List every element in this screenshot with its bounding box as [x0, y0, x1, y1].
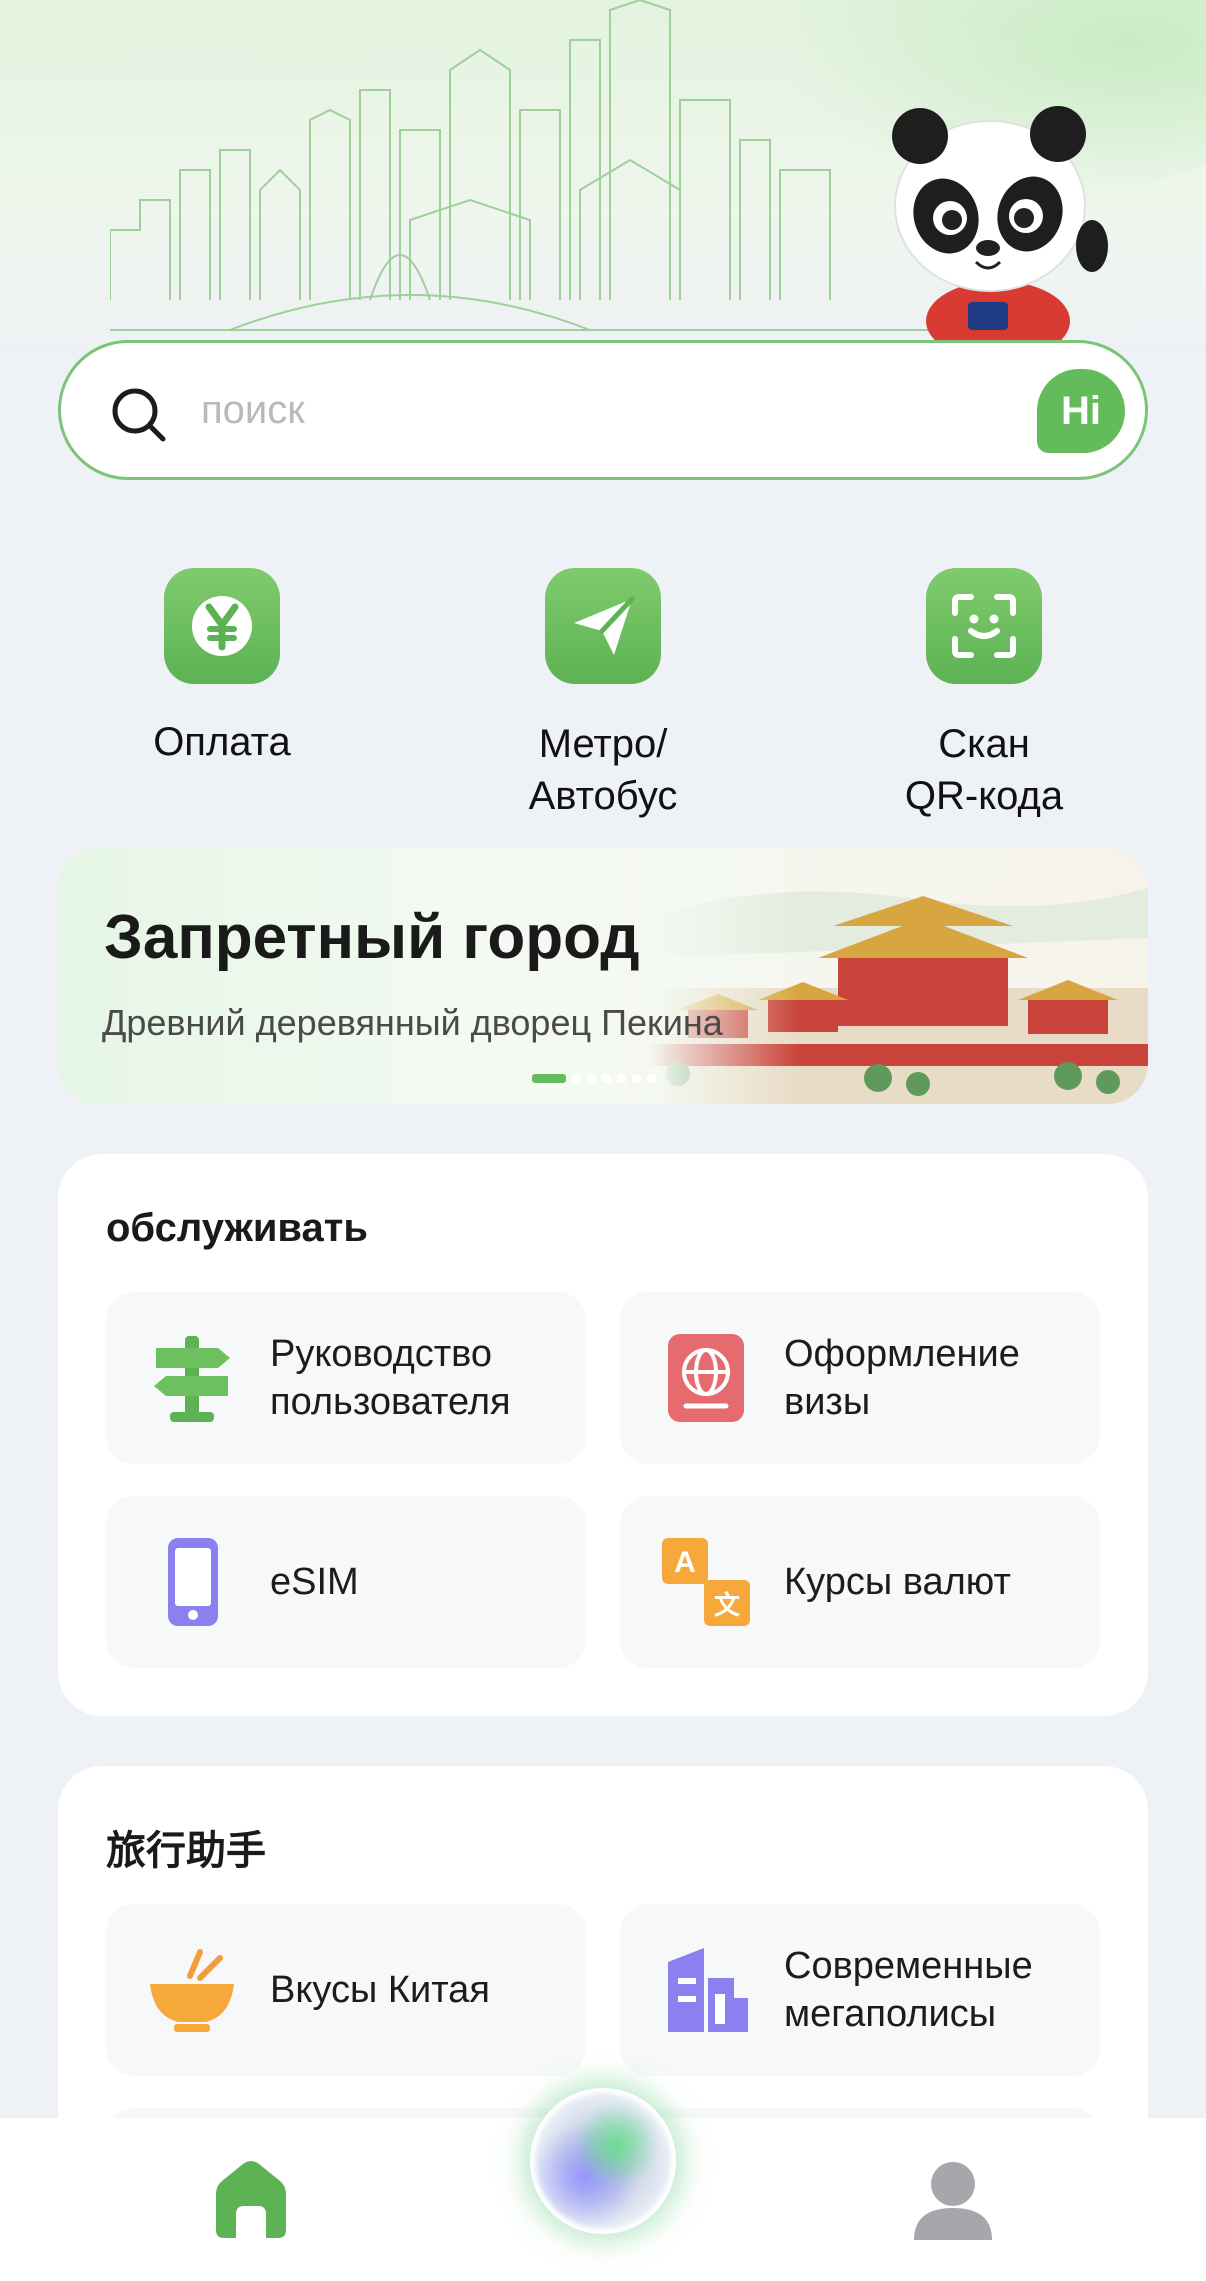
search-icon — [112, 388, 166, 442]
food-bowl-icon — [150, 1949, 234, 2032]
quick-action-label: Оплата — [153, 720, 291, 764]
travel-title: 旅行助手 — [106, 1829, 266, 1873]
city-skyline-illustration — [110, 0, 930, 331]
service-visa[interactable]: Оформление визы — [620, 1292, 1100, 1464]
carousel-dot — [572, 1074, 581, 1083]
services-title: обслуживать — [106, 1206, 368, 1250]
paper-plane-icon — [545, 568, 661, 684]
service-label: Руководство пользователя — [270, 1333, 511, 1423]
service-label: Оформление визы — [784, 1333, 1020, 1423]
promo-banner-carousel[interactable]: Запретный город Древний деревянный дворе… — [58, 848, 1148, 1104]
carousel-indicator — [532, 1074, 656, 1083]
svg-text:文: 文 — [714, 1590, 741, 1621]
service-user-guide[interactable]: Руководство пользователя — [106, 1292, 586, 1464]
yuan-icon — [164, 568, 280, 684]
services-card: обслуживать Руководство пользователя Офо… — [58, 1154, 1148, 1716]
travel-china-flavors[interactable]: Вкусы Китая — [106, 1904, 586, 2076]
ai-assistant-button[interactable] — [530, 2088, 676, 2234]
travel-label: Современные мегаполисы — [784, 1945, 1033, 2035]
carousel-dot — [602, 1074, 611, 1083]
carousel-dot — [647, 1074, 656, 1083]
panda-mascot — [892, 106, 1108, 346]
home-icon[interactable] — [212, 2160, 290, 2240]
quick-action-metro-bus[interactable]: Метро/ Автобус — [453, 568, 753, 822]
banner-title: Запретный город — [104, 903, 640, 972]
service-label: Курсы валют — [784, 1561, 1011, 1603]
carousel-dot-active — [532, 1074, 566, 1083]
hi-assistant-button[interactable]: Hi — [1037, 369, 1125, 453]
quick-action-label: Метро/ Автобус — [528, 722, 678, 818]
travel-megacities[interactable]: Современные мегаполисы — [620, 1904, 1100, 2076]
quick-action-scan-qr[interactable]: Скан QR-кода — [834, 568, 1134, 822]
phone-icon — [168, 1538, 218, 1626]
svg-text:A: A — [674, 1546, 696, 1579]
scan-icon — [926, 568, 1042, 684]
forbidden-city-illustration — [648, 848, 1148, 1104]
city-buildings-icon — [668, 1948, 748, 2032]
search-bar[interactable]: Hi — [58, 340, 1148, 480]
search-input[interactable] — [201, 379, 1031, 441]
service-label: eSIM — [270, 1561, 359, 1603]
signpost-icon — [154, 1336, 230, 1422]
service-exchange-rates[interactable]: A 文 Курсы валют — [620, 1496, 1100, 1668]
ai-assistant-orb — [535, 2093, 671, 2229]
carousel-dot — [617, 1074, 626, 1083]
quick-action-payment[interactable]: Оплата — [72, 568, 372, 768]
passport-icon — [668, 1334, 744, 1422]
quick-action-label: Скан QR-кода — [904, 722, 1064, 818]
carousel-dot — [587, 1074, 596, 1083]
travel-label: Вкусы Китая — [270, 1969, 490, 2011]
banner-subtitle: Древний деревянный дворец Пекина — [102, 1002, 723, 1043]
translate-icon: A 文 — [662, 1538, 750, 1626]
profile-icon[interactable] — [912, 2160, 994, 2240]
hero-header — [0, 0, 1206, 360]
carousel-dot — [632, 1074, 641, 1083]
service-esim[interactable]: eSIM — [106, 1496, 586, 1668]
